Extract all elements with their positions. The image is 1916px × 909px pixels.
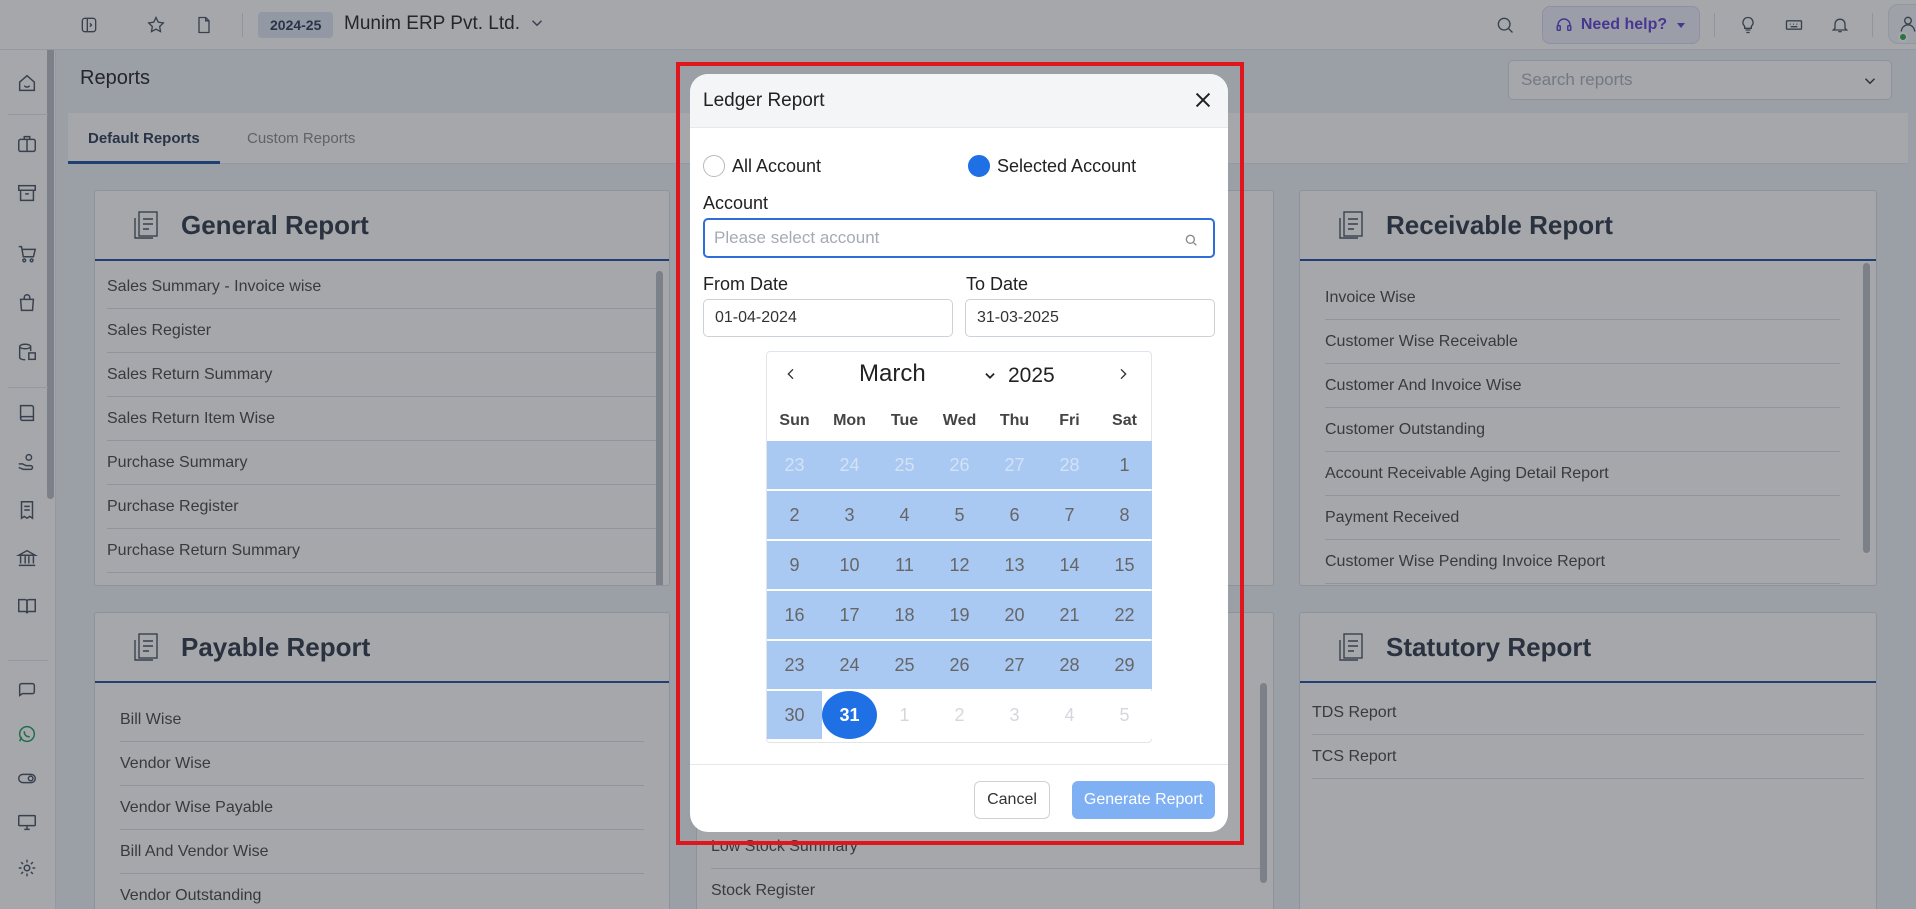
weekday-label: Fri [1059, 412, 1080, 429]
prev-month-button[interactable] [777, 360, 805, 388]
calendar-day[interactable]: 18 [877, 591, 932, 639]
cancel-button[interactable]: Cancel [974, 781, 1050, 819]
calendar-day[interactable]: 2 [932, 691, 987, 739]
calendar-day[interactable]: 1 [877, 691, 932, 739]
calendar-day[interactable]: 5 [1097, 691, 1152, 739]
calendar-day[interactable]: 16 [767, 591, 822, 639]
calendar-day[interactable]: 26 [932, 441, 987, 489]
next-month-button[interactable] [1109, 360, 1137, 388]
chevron-left-icon [787, 368, 794, 380]
dialog-header: Ledger Report [690, 74, 1228, 128]
to-date-input[interactable]: 31-03-2025 [965, 299, 1215, 337]
year-input[interactable]: 2025 [1008, 364, 1055, 388]
calendar-day[interactable]: 23 [767, 641, 822, 689]
calendar-day[interactable]: 7 [1042, 491, 1097, 539]
calendar-day[interactable]: 25 [877, 441, 932, 489]
month-select[interactable]: March [859, 360, 926, 388]
calendar-day[interactable]: 8 [1097, 491, 1152, 539]
dialog-title: Ledger Report [703, 90, 825, 111]
calendar-day[interactable]: 26 [932, 641, 987, 689]
calendar-day[interactable]: 31 [822, 691, 877, 739]
weekday-label: Mon [833, 412, 866, 429]
from-date-input[interactable]: 01-04-2024 [703, 299, 953, 337]
account-select[interactable]: Please select account [703, 218, 1215, 258]
calendar-day[interactable]: 4 [877, 491, 932, 539]
calendar-day[interactable]: 9 [767, 541, 822, 589]
from-date-label: From Date [703, 274, 789, 294]
weekday-label: Wed [942, 412, 977, 429]
calendar-day[interactable]: 5 [932, 491, 987, 539]
search-icon [1185, 234, 1197, 246]
weekday-label: Tue [890, 412, 919, 429]
calendar-day[interactable]: 11 [877, 541, 932, 589]
calendar-day[interactable]: 6 [987, 491, 1042, 539]
calendar-day[interactable]: 29 [1097, 641, 1152, 689]
calendar-day[interactable]: 23 [767, 441, 822, 489]
calendar-day[interactable]: 19 [932, 591, 987, 639]
calendar-day[interactable]: 20 [987, 591, 1042, 639]
calendar-day[interactable]: 24 [822, 441, 877, 489]
calendar-day[interactable]: 15 [1097, 541, 1152, 589]
chevron-right-icon [1120, 368, 1127, 380]
calendar-day[interactable]: 30 [767, 691, 822, 739]
account-label: Account [703, 193, 769, 213]
calendar-day[interactable]: 2 [767, 491, 822, 539]
all-account-radio[interactable] [703, 155, 725, 177]
all-account-label[interactable]: All Account [732, 156, 821, 177]
chevron-down-icon[interactable] [983, 369, 997, 383]
weekday-label: Thu [999, 412, 1030, 429]
calendar-day[interactable]: 25 [877, 641, 932, 689]
dialog-footer-divider [690, 764, 1228, 765]
calendar-day[interactable]: 12 [932, 541, 987, 589]
calendar-day[interactable]: 3 [822, 491, 877, 539]
calendar-day[interactable]: 14 [1042, 541, 1097, 589]
calendar-day[interactable]: 28 [1042, 641, 1097, 689]
calendar-day[interactable]: 10 [822, 541, 877, 589]
calendar-day[interactable]: 22 [1097, 591, 1152, 639]
close-icon[interactable] [1192, 89, 1214, 111]
to-date-label: To Date [966, 274, 1029, 294]
calendar-day[interactable]: 3 [987, 691, 1042, 739]
account-placeholder: Please select account [714, 228, 880, 247]
calendar-day[interactable]: 17 [822, 591, 877, 639]
calendar-day[interactable]: 28 [1042, 441, 1097, 489]
calendar-day[interactable]: 21 [1042, 591, 1097, 639]
selected-account-radio[interactable] [968, 155, 990, 177]
date-picker: March 2025 Sun Mon Tue Wed Thu Fri Sat 23 24 25 26… [766, 351, 1152, 743]
calendar-day[interactable]: 27 [987, 441, 1042, 489]
selected-account-label[interactable]: Selected Account [997, 156, 1136, 177]
ledger-report-dialog: Ledger Report All Account Selected Accou… [690, 74, 1228, 832]
calendar-day[interactable]: 4 [1042, 691, 1097, 739]
calendar-day[interactable]: 24 [822, 641, 877, 689]
calendar-day[interactable]: 1 [1097, 441, 1152, 489]
weekday-label: Sat [1112, 412, 1137, 429]
calendar-day[interactable]: 13 [987, 541, 1042, 589]
generate-report-button[interactable]: Generate Report [1072, 781, 1215, 819]
weekday-label: Sun [779, 412, 810, 429]
calendar-day[interactable]: 27 [987, 641, 1042, 689]
